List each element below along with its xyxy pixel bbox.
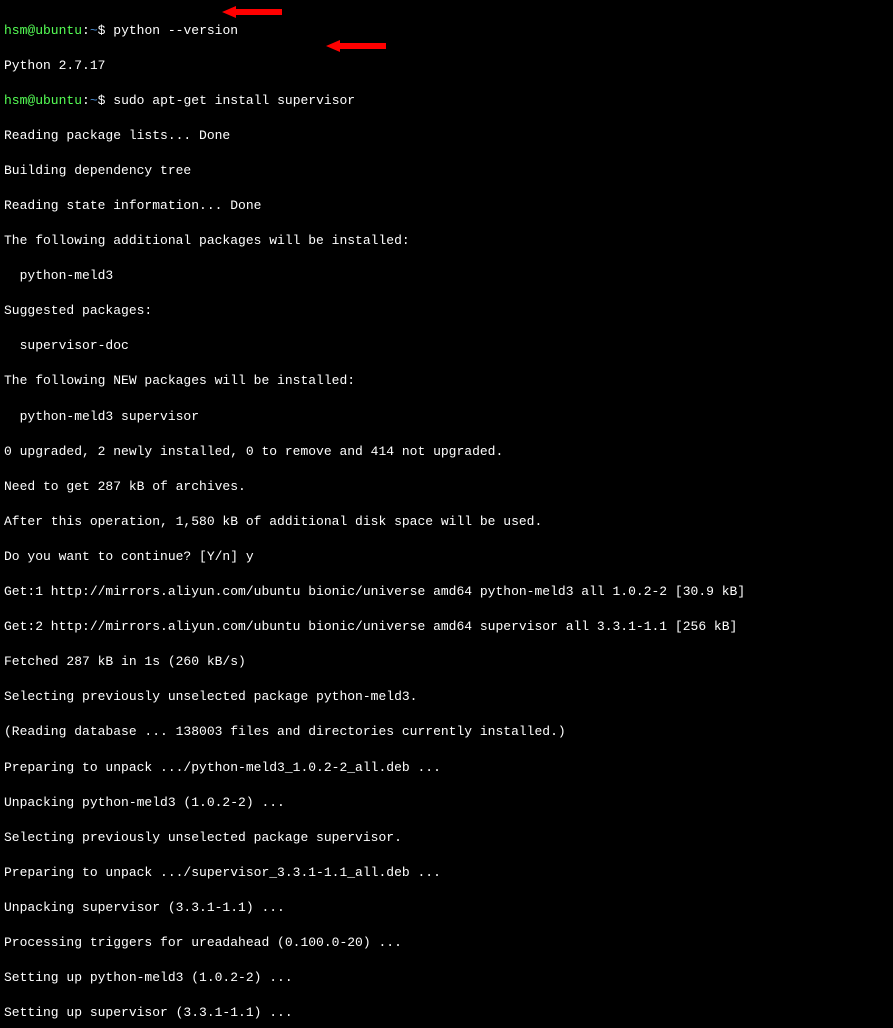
output-line: Fetched 287 kB in 1s (260 kB/s) <box>4 653 889 671</box>
output-line: The following NEW packages will be insta… <box>4 372 889 390</box>
output-line: Do you want to continue? [Y/n] y <box>4 548 889 566</box>
output-line: Selecting previously unselected package … <box>4 688 889 706</box>
prompt-user: hsm@ubuntu <box>4 93 82 108</box>
output-line: (Reading database ... 138003 files and d… <box>4 723 889 741</box>
output-line: Python 2.7.17 <box>4 57 889 75</box>
prompt-colon: : <box>82 23 90 38</box>
output-line: Building dependency tree <box>4 162 889 180</box>
output-line: The following additional packages will b… <box>4 232 889 250</box>
prompt-path: ~ <box>90 23 98 38</box>
output-line: Preparing to unpack .../python-meld3_1.0… <box>4 759 889 777</box>
prompt-dollar: $ <box>98 93 106 108</box>
output-line: Need to get 287 kB of archives. <box>4 478 889 496</box>
output-line: 0 upgraded, 2 newly installed, 0 to remo… <box>4 443 889 461</box>
output-line: Unpacking python-meld3 (1.0.2-2) ... <box>4 794 889 812</box>
output-line: python-meld3 <box>4 267 889 285</box>
output-line: Preparing to unpack .../supervisor_3.3.1… <box>4 864 889 882</box>
command-1: python --version <box>113 23 238 38</box>
output-line: Selecting previously unselected package … <box>4 829 889 847</box>
output-line: Setting up supervisor (3.3.1-1.1) ... <box>4 1004 889 1022</box>
output-line: Reading package lists... Done <box>4 127 889 145</box>
prompt-line-2: hsm@ubuntu:~$ sudo apt-get install super… <box>4 92 889 110</box>
output-line: Suggested packages: <box>4 302 889 320</box>
output-line: Get:1 http://mirrors.aliyun.com/ubuntu b… <box>4 583 889 601</box>
output-line: python-meld3 supervisor <box>4 408 889 426</box>
terminal-output[interactable]: hsm@ubuntu:~$ python --version Python 2.… <box>4 4 889 1028</box>
prompt-dollar: $ <box>98 23 106 38</box>
prompt-line-1: hsm@ubuntu:~$ python --version <box>4 22 889 40</box>
output-line: Reading state information... Done <box>4 197 889 215</box>
prompt-colon: : <box>82 93 90 108</box>
output-line: supervisor-doc <box>4 337 889 355</box>
command-2: sudo apt-get install supervisor <box>113 93 355 108</box>
output-line: Unpacking supervisor (3.3.1-1.1) ... <box>4 899 889 917</box>
output-line: Processing triggers for ureadahead (0.10… <box>4 934 889 952</box>
output-line: After this operation, 1,580 kB of additi… <box>4 513 889 531</box>
output-line: Setting up python-meld3 (1.0.2-2) ... <box>4 969 889 987</box>
prompt-user: hsm@ubuntu <box>4 23 82 38</box>
prompt-path: ~ <box>90 93 98 108</box>
output-line: Get:2 http://mirrors.aliyun.com/ubuntu b… <box>4 618 889 636</box>
